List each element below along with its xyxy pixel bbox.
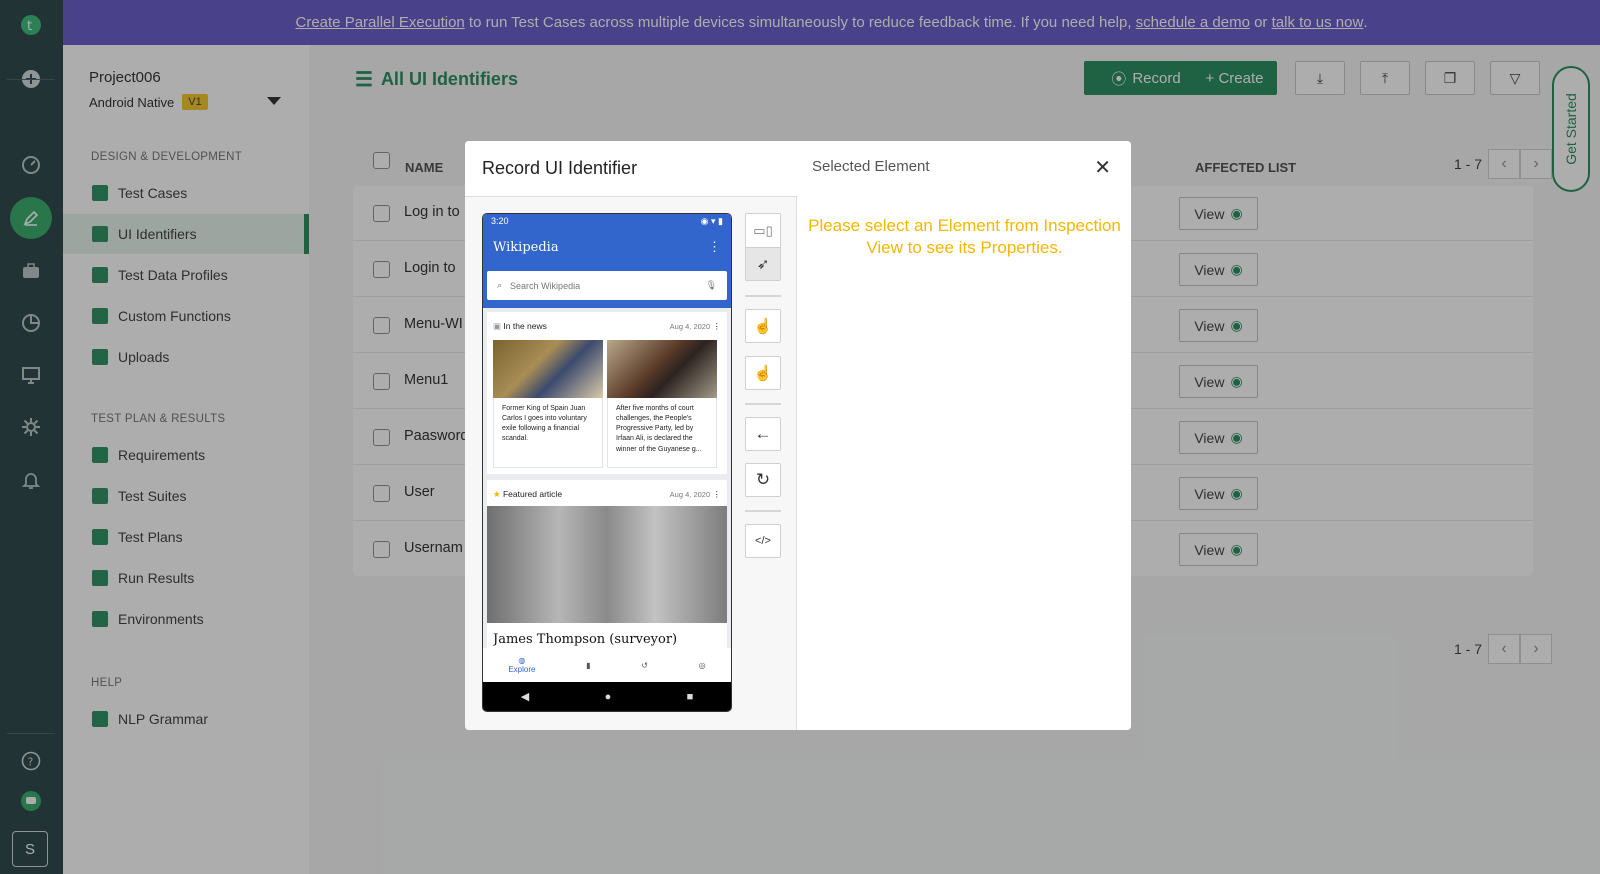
record-ui-identifier-modal: Record UI Identifier 3:20 ◉ ▾ ▮ Wikipedia… <box>465 141 1131 730</box>
device-screen[interactable]: 3:20 ◉ ▾ ▮ Wikipedia ⋮ ⌕ Search Wikipedia 🎙 … <box>482 213 732 712</box>
news-item[interactable]: Former King of Spain Juan Carlos I goes … <box>493 340 603 468</box>
news-image <box>607 340 717 398</box>
tap-hand-icon: ☝ <box>753 365 773 382</box>
wikipedia-app-bar[interactable]: Wikipedia ⋮ <box>483 231 731 265</box>
device-toggle-button[interactable]: ▭▯ <box>745 213 781 247</box>
history-icon[interactable]: ↺ <box>641 661 648 670</box>
close-icon[interactable]: ✕ <box>1094 155 1111 180</box>
inspect-pointer-button[interactable]: ➶ <box>745 247 781 281</box>
news-text: After five months of court challenges, t… <box>607 398 717 468</box>
swipe-button[interactable]: ☝ <box>745 309 781 343</box>
news-icon: ▣ <box>493 320 504 331</box>
more-vert-icon[interactable]: ⋮ <box>708 240 721 256</box>
wikipedia-search-field[interactable]: ⌕ Search Wikipedia 🎙 <box>487 271 727 300</box>
android-nav-bar: ◀ ● ■ <box>483 682 731 711</box>
star-icon: ★ <box>493 488 503 499</box>
back-triangle-icon[interactable]: ◀ <box>521 690 529 703</box>
selected-element-title: Selected Element <box>812 158 930 175</box>
phone-time: 3:20 <box>491 216 509 226</box>
phone-tab-bar: ◍ Explore ▮ ↺ ◎ <box>483 648 731 682</box>
featured-card[interactable]: ★ Featured article Aug 4, 2020 ⋮ James Th… <box>487 480 727 650</box>
news-date: Aug 4, 2020 <box>669 321 711 331</box>
tab-explore[interactable]: ◍ Explore <box>508 656 535 674</box>
featured-date: Aug 4, 2020 <box>669 489 711 499</box>
status-icons: ◉ ▾ ▮ <box>700 216 723 226</box>
search-placeholder: Search Wikipedia <box>510 280 581 291</box>
news-label: ▣ In the news <box>493 320 547 331</box>
code-icon: </> <box>755 535 771 547</box>
featured-image <box>487 506 727 623</box>
arrow-left-icon: ← <box>754 424 772 443</box>
tool-separator <box>745 510 781 512</box>
bookmark-icon[interactable]: ▮ <box>586 661 590 670</box>
feed: ▣ In the news Aug 4, 2020 ⋮ Former King o… <box>483 308 731 680</box>
phone-status-bar: 3:20 ◉ ▾ ▮ <box>483 214 731 231</box>
tool-separator <box>745 295 781 297</box>
more-vert-icon[interactable]: ⋮ <box>713 489 722 499</box>
home-circle-icon[interactable]: ● <box>605 691 612 703</box>
empty-selection-message: Please select an Element from Inspection… <box>808 216 1121 257</box>
compass-icon[interactable]: ◎ <box>699 661 706 670</box>
globe-icon: ◍ <box>518 656 526 665</box>
tap-button[interactable]: ☝ <box>745 356 781 390</box>
mic-icon[interactable]: 🎙 <box>706 280 717 291</box>
news-card[interactable]: ▣ In the news Aug 4, 2020 ⋮ Former King o… <box>487 312 727 474</box>
tool-separator <box>745 403 781 405</box>
news-item[interactable]: After five months of court challenges, t… <box>607 340 717 468</box>
cursor-select-icon: ➶ <box>756 256 770 273</box>
page-source-button[interactable]: </> <box>745 524 781 558</box>
selected-element-panel: Selected Element ✕ Please select an Elem… <box>798 141 1131 730</box>
more-vert-icon[interactable]: ⋮ <box>713 321 722 331</box>
news-image <box>493 340 603 398</box>
featured-title: James Thompson (surveyor) <box>493 632 678 646</box>
news-text: Former King of Spain Juan Carlos I goes … <box>493 398 603 468</box>
recents-square-icon[interactable]: ■ <box>687 691 694 703</box>
app-title: Wikipedia <box>493 240 559 255</box>
swipe-hand-icon: ☝ <box>753 318 773 335</box>
tab-label: Explore <box>508 665 536 674</box>
refresh-button[interactable]: ↻ <box>745 463 781 497</box>
modal-title: Record UI Identifier <box>465 141 797 197</box>
refresh-icon: ↻ <box>755 470 771 489</box>
back-button[interactable]: ← <box>745 417 781 451</box>
devices-icon: ▭▯ <box>753 222 773 238</box>
search-icon: ⌕ <box>497 280 503 290</box>
featured-label: ★ Featured article <box>493 488 563 499</box>
inspection-panel: Record UI Identifier 3:20 ◉ ▾ ▮ Wikipedia… <box>465 141 797 730</box>
search-wrapper: ⌕ Search Wikipedia 🎙 <box>483 265 731 308</box>
